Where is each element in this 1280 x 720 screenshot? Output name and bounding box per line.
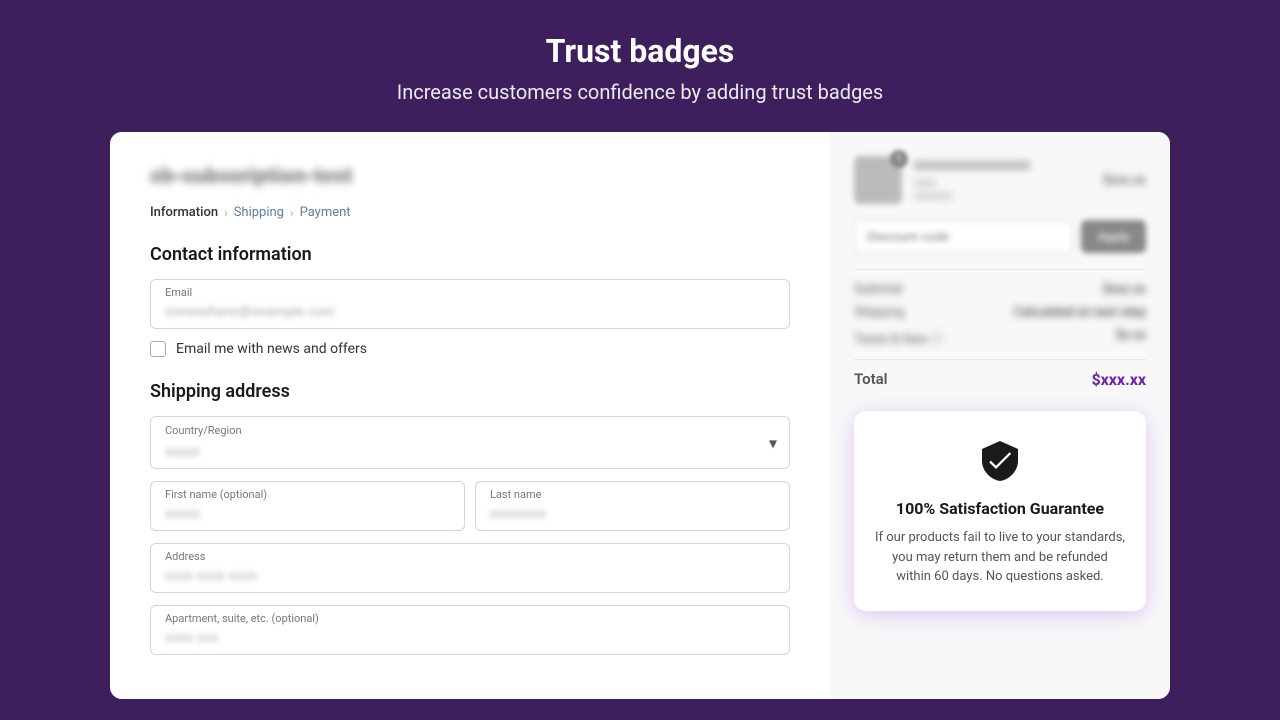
order-item-sub: xxxx	[914, 176, 1091, 189]
breadcrumb-information[interactable]: Information	[150, 205, 218, 220]
order-item-details: xxxxxxxxxxxxxxxxxx xxxx xxxxxxx	[914, 158, 1091, 202]
main-container: cb-subscription-test Information › Shipp…	[110, 132, 1170, 699]
apt-field-group: Apartment, suite, etc. (optional)	[150, 605, 790, 655]
order-item: 1 xxxxxxxxxxxxxxxxxx xxxx xxxxxxx $xxx.x…	[854, 156, 1146, 204]
firstname-input-wrapper[interactable]: First name (optional)	[150, 481, 465, 531]
address-field-group: Address	[150, 543, 790, 593]
right-panel: 1 xxxxxxxxxxxxxxxxxx xxxx xxxxxxx $xxx.x…	[830, 132, 1170, 699]
shipping-section-title: Shipping address	[150, 381, 790, 402]
apt-input[interactable]	[165, 629, 775, 645]
country-label: Country/Region	[165, 424, 242, 437]
order-item-sub2: xxxxxxx	[914, 189, 1091, 202]
name-row: First name (optional) Last name	[150, 481, 790, 531]
breadcrumb-sep-2: ›	[290, 206, 294, 220]
shipping-value: Calculated at next step	[1014, 305, 1146, 320]
subtotal-row: Subtotal $xxx.xx	[854, 282, 1146, 297]
apt-label: Apartment, suite, etc. (optional)	[165, 612, 775, 625]
firstname-field-group: First name (optional)	[150, 481, 465, 531]
page-subtitle: Increase customers confidence by adding …	[397, 80, 883, 104]
coupon-apply-button[interactable]: Apply	[1081, 220, 1146, 253]
shield-check-icon	[974, 435, 1026, 487]
apt-input-wrapper[interactable]: Apartment, suite, etc. (optional)	[150, 605, 790, 655]
lastname-input-wrapper[interactable]: Last name	[475, 481, 790, 531]
address-input-wrapper[interactable]: Address	[150, 543, 790, 593]
lastname-input[interactable]	[490, 505, 775, 521]
left-panel: cb-subscription-test Information › Shipp…	[110, 132, 830, 699]
taxes-label: Taxes & fees ⓘ	[854, 328, 944, 347]
country-field-group: Country/Region xxxxx ▾	[150, 416, 790, 469]
firstname-label: First name (optional)	[165, 488, 450, 501]
taxes-row: Taxes & fees ⓘ $x.xx	[854, 328, 1146, 347]
country-value: xxxxx	[165, 444, 200, 460]
firstname-input[interactable]	[165, 505, 450, 521]
breadcrumb: Information › Shipping › Payment	[150, 205, 790, 220]
order-totals: Subtotal $xxx.xx Shipping Calculated at …	[854, 269, 1146, 347]
email-field-group: Email	[150, 279, 790, 329]
taxes-value: $x.xx	[1116, 328, 1146, 347]
email-input[interactable]	[165, 303, 775, 319]
coupon-row: Apply	[854, 220, 1146, 253]
trust-badge-title: 100% Satisfaction Guarantee	[874, 499, 1126, 518]
shipping-row: Shipping Calculated at next step	[854, 305, 1146, 320]
email-optin-label: Email me with news and offers	[176, 341, 367, 357]
lastname-field-group: Last name	[475, 481, 790, 531]
subtotal-label: Subtotal	[854, 282, 902, 297]
breadcrumb-shipping[interactable]: Shipping	[234, 205, 284, 220]
total-row: Total $xxx.xx	[854, 359, 1146, 399]
total-value: $xxx.xx	[1091, 370, 1146, 389]
order-item-name: xxxxxxxxxxxxxxxxxx	[914, 158, 1091, 173]
breadcrumb-sep-1: ›	[224, 206, 228, 220]
breadcrumb-payment[interactable]: Payment	[300, 205, 351, 220]
email-optin-row: Email me with news and offers	[150, 341, 790, 357]
trust-badge-card: 100% Satisfaction Guarantee If our produ…	[854, 411, 1146, 611]
trust-badge-text: If our products fail to live to your sta…	[874, 528, 1126, 587]
email-label: Email	[165, 286, 775, 299]
address-input[interactable]	[165, 567, 775, 583]
subtotal-value: $xxx.xx	[1103, 282, 1146, 297]
coupon-input[interactable]	[854, 220, 1073, 253]
shipping-label: Shipping	[854, 305, 904, 320]
address-label: Address	[165, 550, 775, 563]
page-title: Trust badges	[397, 32, 883, 70]
country-chevron-icon: ▾	[769, 433, 777, 452]
country-select-wrapper[interactable]: Country/Region xxxxx ▾	[150, 416, 790, 469]
total-label: Total	[854, 370, 888, 389]
page-header: Trust badges Increase customers confiden…	[377, 0, 903, 132]
order-item-price: $xxx.xx	[1103, 173, 1146, 188]
store-name: cb-subscription-test	[150, 164, 790, 189]
email-input-wrapper[interactable]: Email	[150, 279, 790, 329]
lastname-label: Last name	[490, 488, 775, 501]
trust-badge-wrapper: 100% Satisfaction Guarantee If our produ…	[854, 411, 1146, 611]
contact-section-title: Contact information	[150, 244, 790, 265]
email-optin-checkbox[interactable]	[150, 341, 166, 357]
